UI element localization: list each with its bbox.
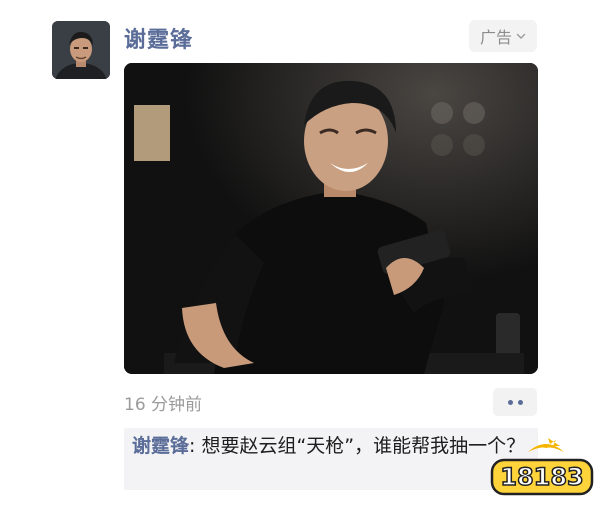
avatar[interactable]: [52, 21, 110, 79]
comment-separator: :: [189, 435, 202, 457]
chevron-down-icon: [516, 33, 526, 39]
post-author-name[interactable]: 谢霆锋: [124, 22, 193, 54]
comment-text: 想要赵云组“天枪”，谁能帮我抽一个？: [201, 435, 526, 457]
moments-post: 谢霆锋 广告 16 分钟前 谢霆锋: 想要赵云组“天枪”，谁能帮我抽一个？ 18…: [0, 0, 600, 511]
post-photo-image: [124, 63, 538, 374]
avatar-portrait-image: [52, 21, 110, 79]
comment-author-name[interactable]: 谢霆锋: [132, 435, 189, 457]
watermark-logo-image: 18183: [490, 438, 594, 496]
post-timestamp: 16 分钟前: [124, 395, 203, 415]
more-dots-icon: [507, 399, 513, 405]
watermark-text: 18183: [500, 463, 584, 491]
watermark-logo: 18183: [490, 438, 594, 498]
comment-item: 谢霆锋: 想要赵云组“天枪”，谁能帮我抽一个？: [124, 428, 538, 490]
ad-badge-button[interactable]: 广告: [469, 20, 537, 52]
ad-label: 广告: [479, 28, 512, 47]
more-button[interactable]: [493, 388, 537, 416]
post-photo[interactable]: [124, 63, 538, 374]
more-dots-icon: [517, 399, 523, 405]
